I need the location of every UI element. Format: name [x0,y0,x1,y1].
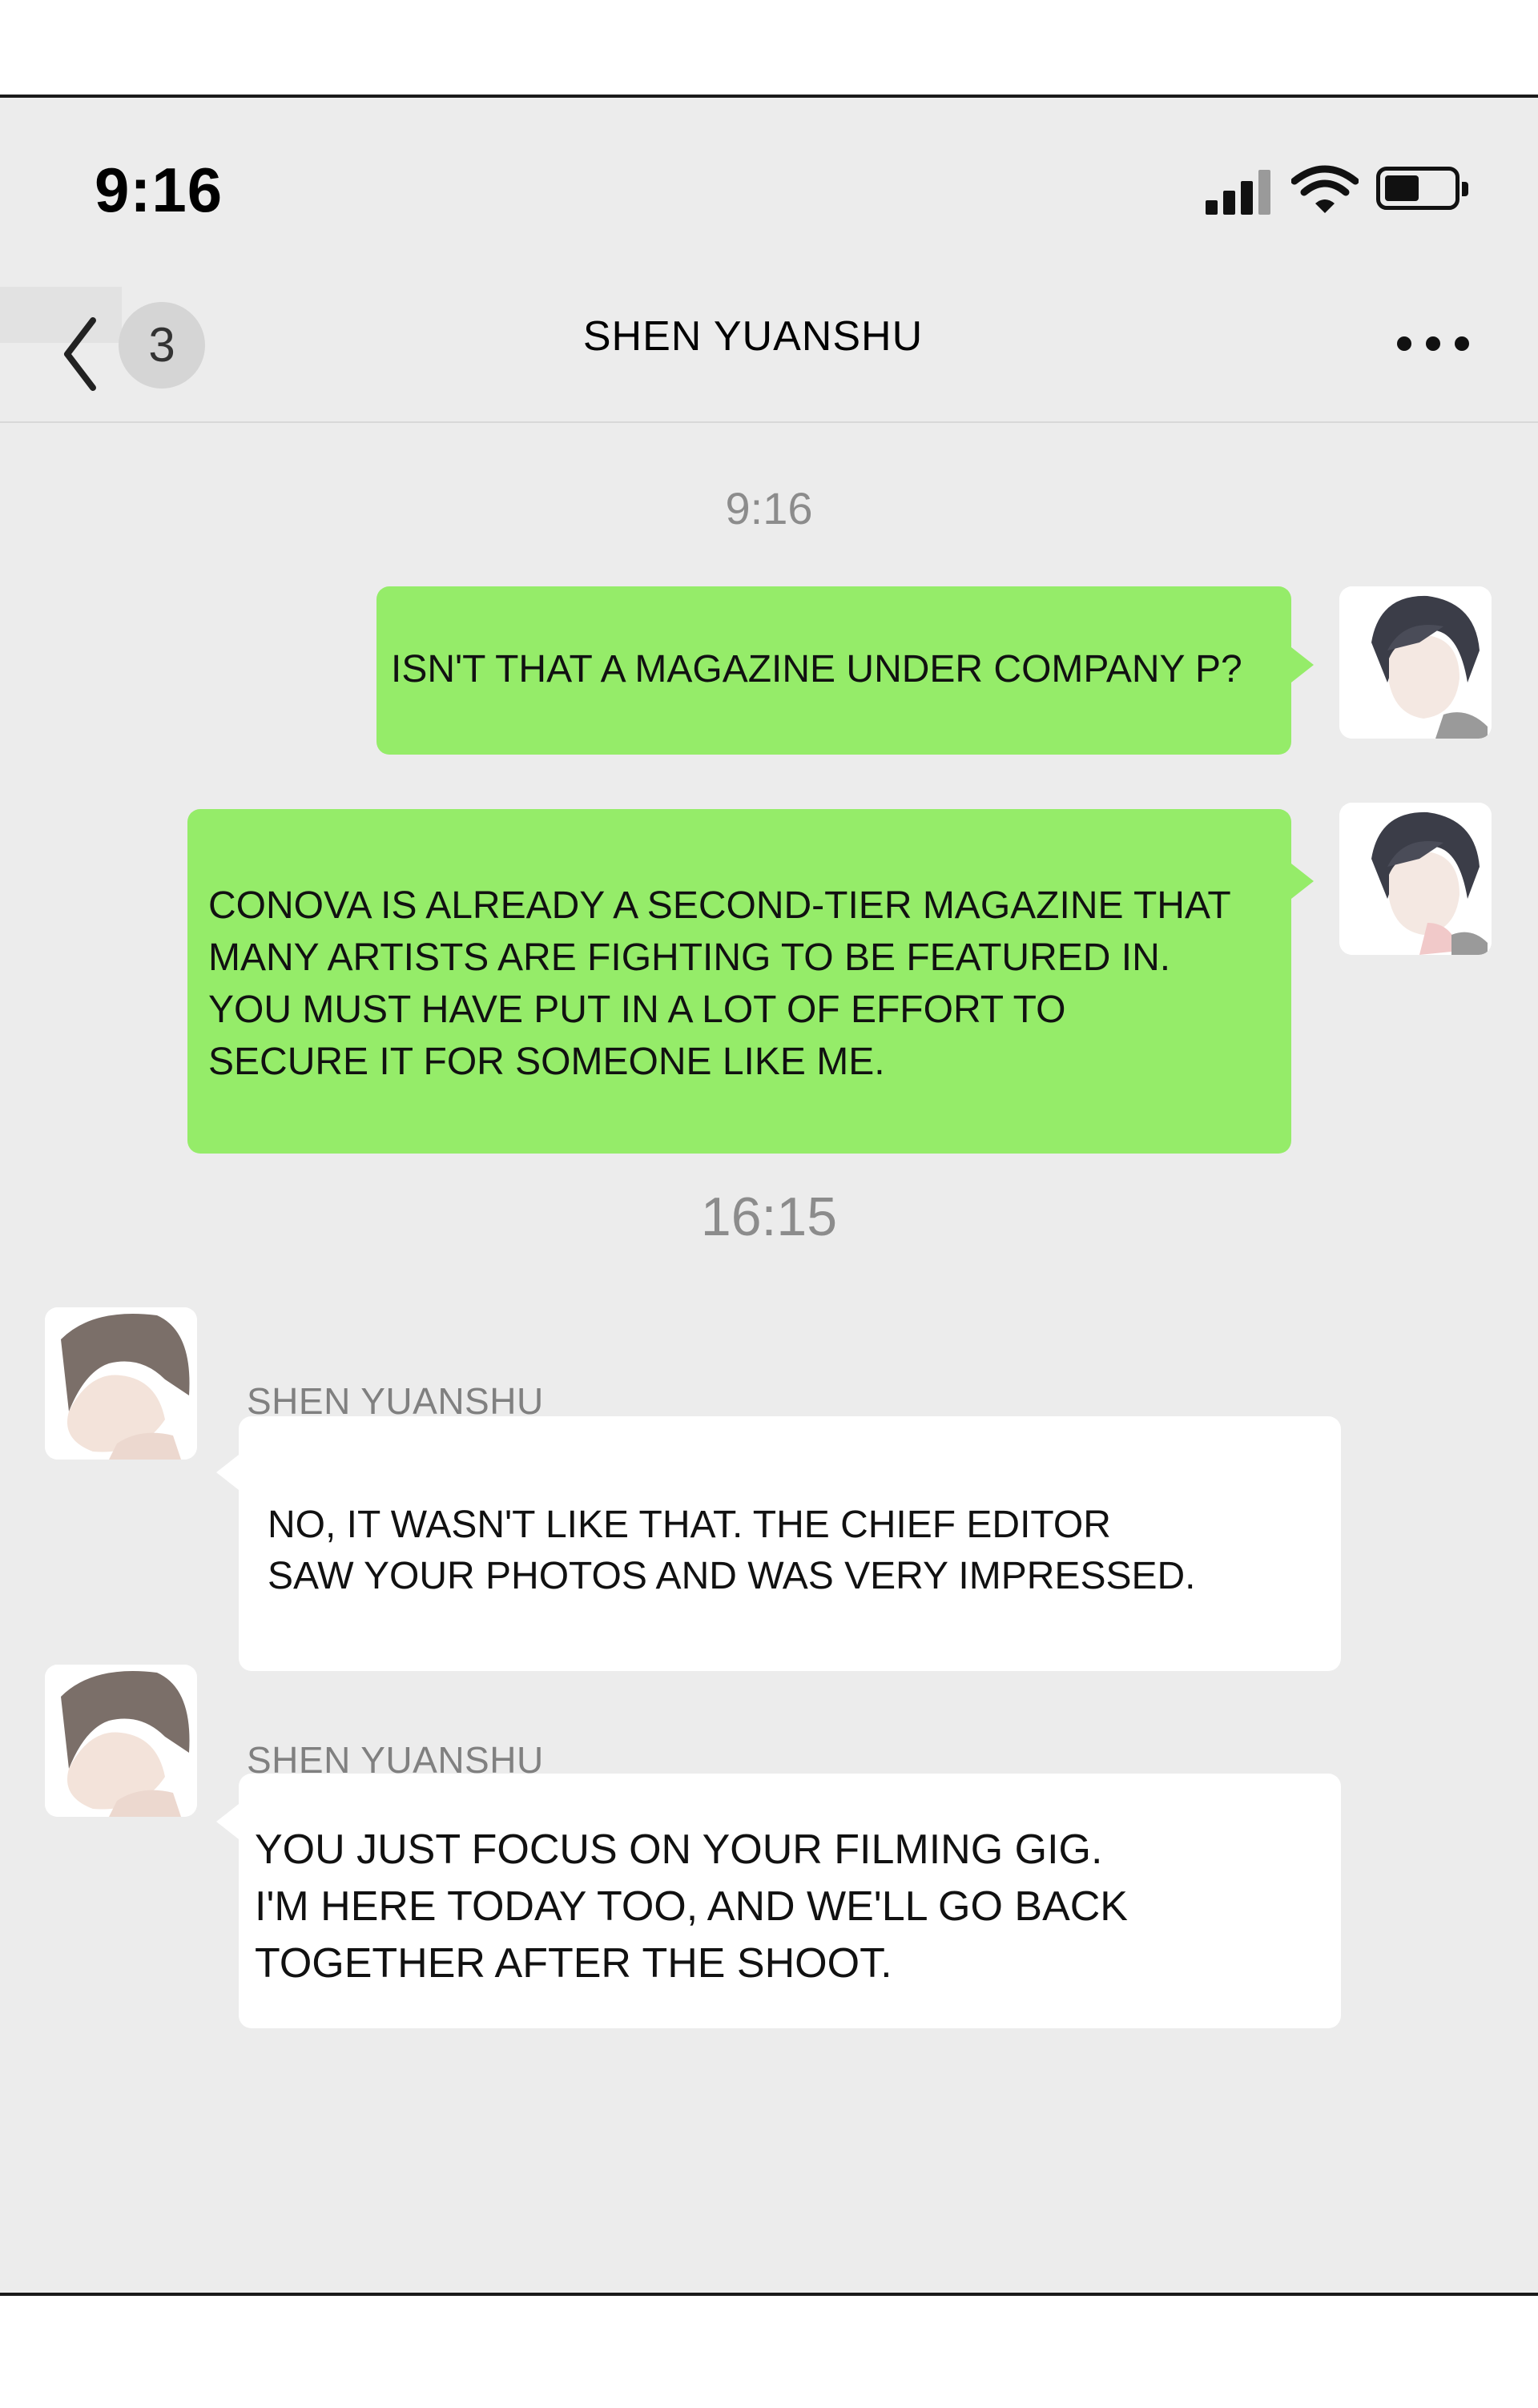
message-text: NO, IT WASN'T LIKE THAT. THE CHIEF EDITO… [268,1504,1196,1597]
bubble-tail [1291,864,1314,899]
avatar-self-image [1339,586,1492,739]
avatar-contact[interactable] [45,1307,197,1460]
outgoing-message-bubble[interactable]: CONOVA IS ALREADY A SECOND-TIER MAGAZINE… [187,809,1291,1154]
message-text: ISN'T THAT A MAGAZINE UNDER COMPANY P? [391,648,1242,691]
message-text: CONOVA IS ALREADY A SECOND-TIER MAGAZINE… [208,884,1231,1083]
battery-level [1385,175,1419,201]
wifi-icon [1291,165,1359,213]
avatar-self[interactable] [1339,586,1492,739]
status-time: 9:16 [95,155,223,225]
battery-terminal [1462,182,1468,196]
battery-icon [1376,167,1468,210]
more-dots-icon[interactable] [1397,336,1469,356]
message-text: YOU JUST FOCUS ON YOUR FILMING GIG. I'M … [255,1826,1128,1987]
bubble-tail [1291,647,1314,683]
avatar-contact[interactable] [45,1665,197,1817]
incoming-message-bubble[interactable]: YOU JUST FOCUS ON YOUR FILMING GIG. I'M … [239,1774,1341,2028]
avatar-contact-image [45,1307,197,1460]
timestamp: 16:15 [700,1186,838,1247]
avatar-self[interactable] [1339,803,1492,955]
cellular-signal-icon [1206,168,1274,215]
bubble-tail [216,1804,239,1839]
phone-screen: 9:16 3 SHEN YUANSHU 9:16 ISN'T THAT A MA… [0,95,1538,2296]
unread-count-badge[interactable]: 3 [119,302,205,389]
avatar-contact-image [45,1665,197,1817]
chat-title: SHEN YUANSHU [582,313,924,360]
avatar-self-image [1339,803,1492,955]
chevron-left-icon[interactable] [58,314,103,394]
timestamp: 9:16 [725,483,813,534]
bubble-tail [216,1455,239,1490]
incoming-message-bubble[interactable]: NO, IT WASN'T LIKE THAT. THE CHIEF EDITO… [239,1416,1341,1671]
outgoing-message-bubble[interactable]: ISN'T THAT A MAGAZINE UNDER COMPANY P? [376,586,1291,755]
